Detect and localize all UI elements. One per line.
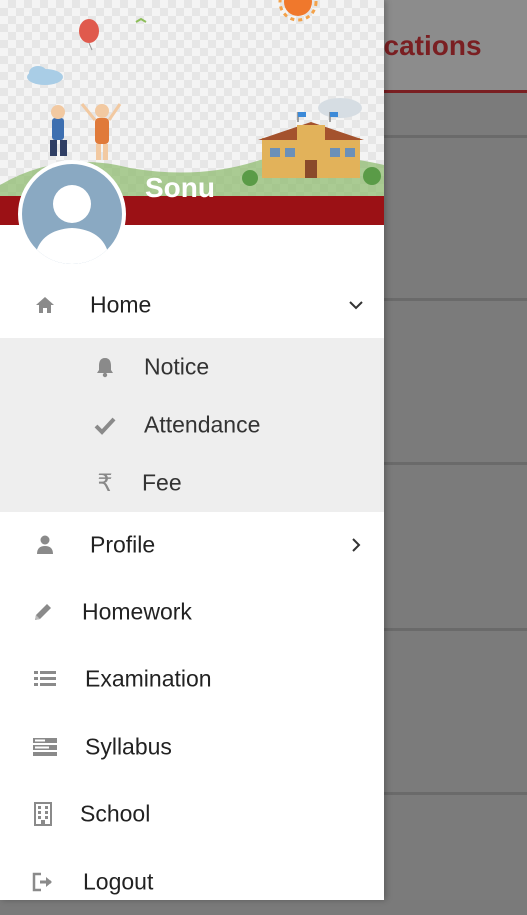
user-name: Sonu: [145, 172, 215, 203]
menu-label-logout: Logout: [83, 868, 154, 895]
background-app-title: Notifications: [384, 30, 482, 61]
menu-label-homework: Homework: [82, 598, 192, 625]
chevron-right-icon[interactable]: [346, 535, 366, 555]
menu-item-school[interactable]: School: [0, 781, 384, 847]
submenu-item-attendance[interactable]: Attendance: [0, 396, 384, 454]
list-icon: [32, 666, 58, 692]
background-divider: [384, 135, 527, 138]
background-divider: [384, 462, 527, 465]
menu-item-syllabus[interactable]: Syllabus: [0, 714, 384, 780]
syllabus-icon: [32, 734, 58, 760]
menu-item-home[interactable]: Home: [0, 272, 384, 338]
bell-icon: [92, 354, 118, 380]
check-icon: [92, 412, 118, 438]
building-icon: [30, 801, 56, 827]
home-submenu: Notice Attendance ₹ Fee: [0, 338, 384, 512]
submenu-label-fee: Fee: [142, 469, 182, 496]
user-icon: [32, 532, 58, 558]
pencil-icon: [30, 599, 56, 625]
menu-item-profile[interactable]: Profile: [0, 512, 384, 578]
submenu-label-notice: Notice: [144, 353, 210, 380]
rupee-icon: ₹: [97, 469, 113, 497]
menu-label-examination: Examination: [85, 665, 212, 692]
submenu-item-notice[interactable]: Notice: [0, 338, 384, 396]
logout-icon: [30, 869, 56, 895]
menu-label-school: School: [80, 800, 151, 827]
chevron-down-icon[interactable]: [346, 295, 366, 315]
navigation-drawer: Sonu Home Notice Attendance ₹ Fee Profil…: [0, 0, 384, 900]
menu-label-syllabus: Syllabus: [85, 733, 172, 760]
background-divider: [384, 792, 527, 795]
menu-label-profile: Profile: [90, 531, 156, 558]
menu-label-home: Home: [90, 291, 152, 318]
background-divider: [384, 628, 527, 631]
home-icon: [32, 292, 58, 318]
submenu-item-fee[interactable]: ₹ Fee: [0, 454, 384, 512]
menu-item-homework[interactable]: Homework: [0, 579, 384, 645]
menu-item-logout[interactable]: Logout: [0, 849, 384, 915]
avatar-placeholder-icon: [22, 164, 122, 264]
submenu-label-attendance: Attendance: [144, 411, 261, 438]
avatar[interactable]: [18, 160, 126, 268]
background-divider: [384, 298, 527, 301]
menu-item-examination[interactable]: Examination: [0, 646, 384, 712]
